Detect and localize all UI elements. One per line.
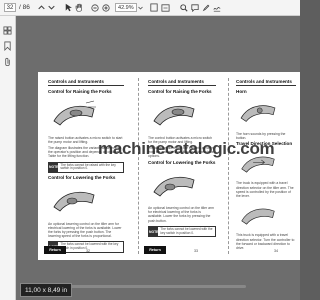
page-size-indicator: 11,00 x 8,49 in: [20, 283, 73, 297]
heading: Control for Lowering the Forks: [48, 175, 116, 181]
page-divider: [228, 78, 229, 254]
return-button[interactable]: Return: [44, 246, 66, 254]
horizontal-scrollbar[interactable]: [66, 285, 246, 288]
search-icon[interactable]: [179, 0, 190, 16]
page-number: 33: [194, 249, 198, 253]
page-number: 34: [274, 249, 278, 253]
note-text: The forks cannot be raised with the key …: [60, 162, 116, 171]
section-title: Controls and Instruments: [236, 79, 296, 87]
page-column-2: Controls and Instruments Control for Rai…: [148, 79, 216, 240]
heading: Control for Lowering the Forks: [148, 159, 216, 165]
paragraph: An optional lowering control on the till…: [148, 206, 214, 223]
page-column-3: Controls and Instruments Horn The horn s…: [236, 79, 296, 252]
note-box: NOTE The forks cannot be lowered with th…: [148, 225, 216, 238]
page-number: 32: [86, 249, 90, 253]
attachment-icon[interactable]: [3, 54, 12, 72]
document-page: Controls and Instruments Control for Rai…: [38, 72, 300, 260]
page-divider: [138, 78, 139, 254]
page-down-icon[interactable]: [47, 0, 57, 16]
note-text: The forks cannot be lowered with the key…: [160, 226, 213, 235]
total-pages-label: / 86: [19, 4, 30, 11]
zoom-in-icon[interactable]: [101, 0, 112, 16]
tiller-illustration: [53, 192, 95, 212]
heading: Control for Raising the Forks: [148, 89, 212, 95]
sign-icon[interactable]: [212, 0, 223, 16]
return-button[interactable]: Return: [144, 246, 166, 254]
zoom-out-icon[interactable]: [90, 0, 101, 16]
note-label: NOTE: [49, 162, 59, 173]
tiller-illustration: [153, 176, 195, 197]
note-label: NOTE: [149, 226, 159, 237]
heading: Horn: [236, 89, 247, 95]
tiller-illustration: [240, 105, 276, 123]
toolbar: 32 / 86 42.9%: [0, 0, 300, 16]
sidebar: [0, 16, 16, 300]
current-page-input[interactable]: 32: [4, 3, 16, 12]
pdf-viewer-window: 32 / 86 42.9% Controls and Instruments C…: [0, 0, 300, 300]
fit-width-icon[interactable]: [160, 0, 171, 16]
hand-icon[interactable]: [74, 0, 85, 16]
watermark: machinecatalogic.com: [98, 139, 275, 158]
note-text: The forks cannot be lowered with the key…: [60, 242, 119, 251]
cursor-icon[interactable]: [63, 0, 74, 16]
page-column-1: Controls and Instruments Control for Rai…: [48, 79, 124, 256]
tiller-illustration: [53, 101, 96, 126]
section-title: Controls and Instruments: [48, 79, 124, 87]
page-up-icon[interactable]: [37, 0, 47, 16]
comment-icon[interactable]: [190, 0, 201, 16]
note-box: NOTE The forks cannot be raised with the…: [48, 161, 124, 174]
fit-page-icon[interactable]: [149, 0, 160, 16]
tiller-illustration: [153, 106, 195, 126]
pen-icon[interactable]: [201, 0, 212, 16]
paragraph: An optional lowering control on the till…: [48, 221, 122, 239]
paragraph: The truck is equipped with a travel dire…: [236, 181, 294, 199]
heading: Control for Raising the Forks: [48, 89, 112, 95]
zoom-level-field[interactable]: 42.9%: [114, 3, 137, 12]
zoom-dropdown-chevron-down-icon[interactable]: [137, 0, 144, 16]
paragraph: This truck is equipped with a travel dir…: [236, 233, 295, 251]
section-title: Controls and Instruments: [148, 79, 216, 87]
tiller-illustration: [241, 208, 275, 225]
